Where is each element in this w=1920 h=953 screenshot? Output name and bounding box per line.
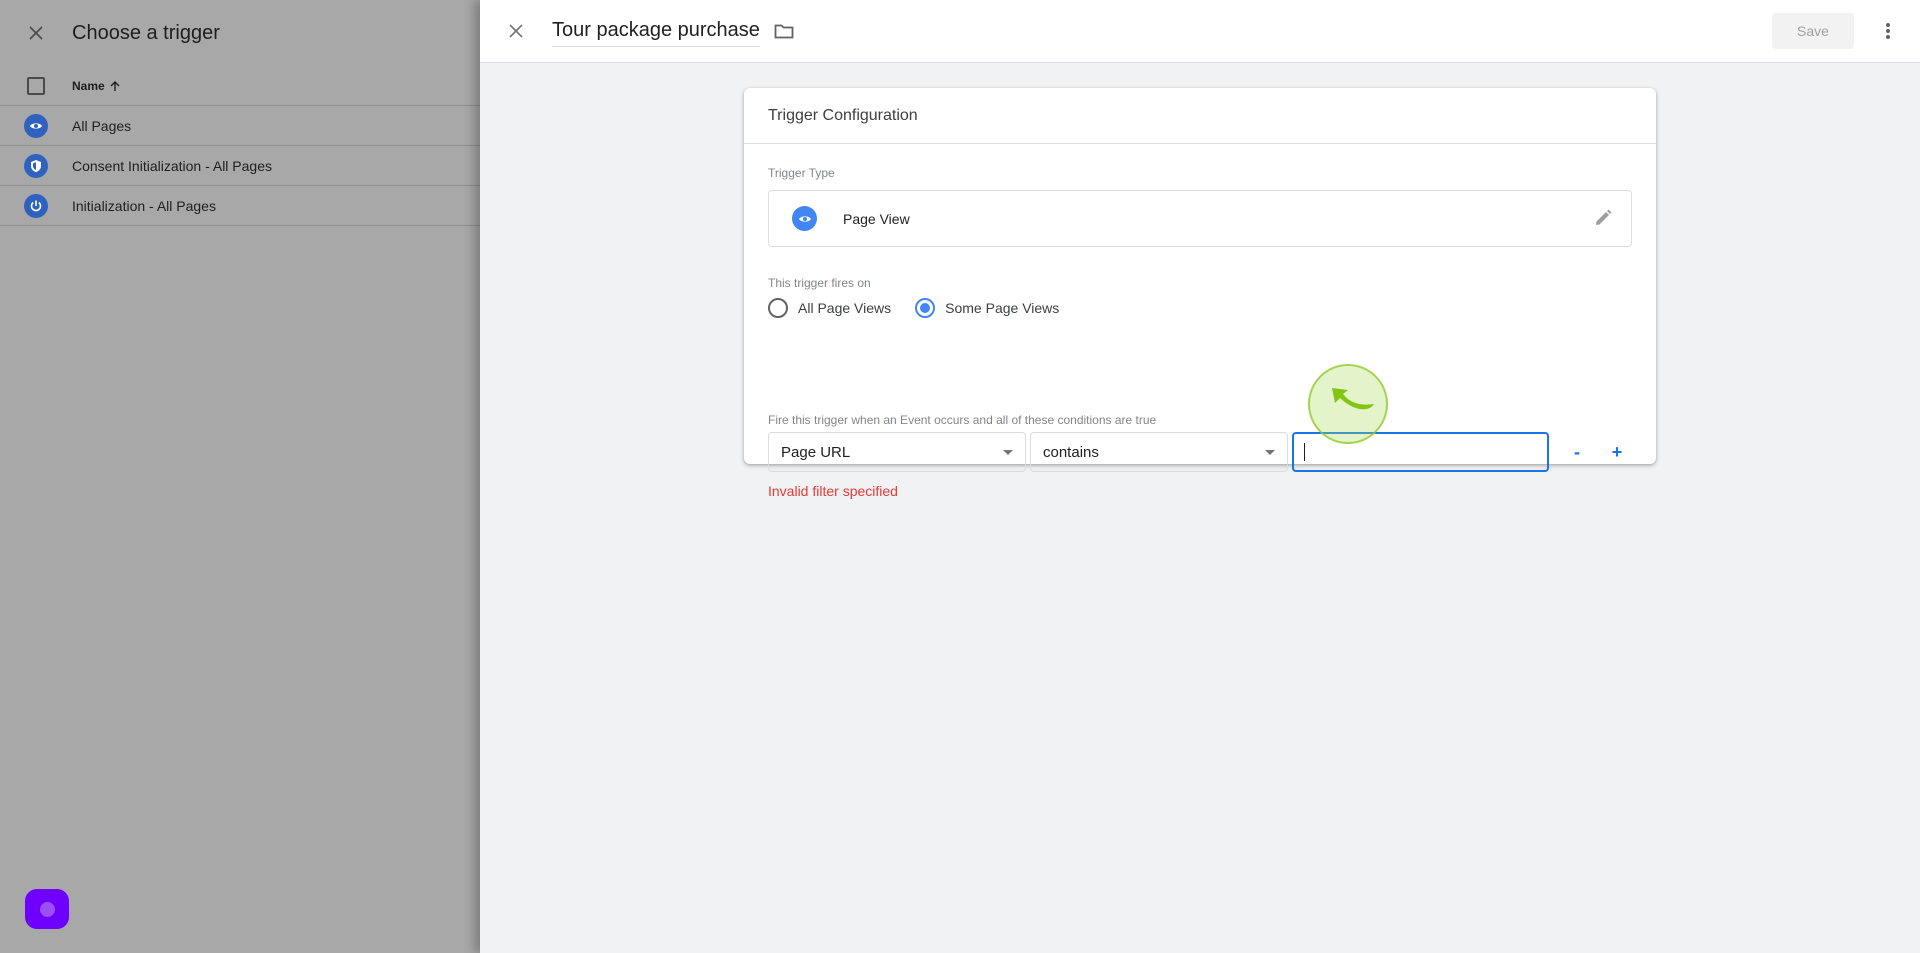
- trigger-configuration-card: Trigger Configuration Trigger Type Page …: [744, 88, 1656, 499]
- chooser-title: Choose a trigger: [72, 21, 220, 44]
- edit-trigger-type-button[interactable]: [1593, 208, 1613, 233]
- card-title: Trigger Configuration: [744, 88, 1656, 144]
- name-column-label: Name: [72, 78, 105, 93]
- chooser-close-button[interactable]: [0, 0, 72, 66]
- close-icon: [29, 26, 43, 40]
- operator-value: contains: [1043, 443, 1099, 461]
- eye-icon: [792, 206, 817, 231]
- select-all-checkbox[interactable]: [27, 76, 45, 95]
- trigger-chooser-panel: Choose a trigger Name All Pages Consent …: [0, 0, 480, 953]
- trigger-row-label: All Pages: [72, 117, 132, 134]
- remove-condition-button[interactable]: -: [1557, 432, 1597, 472]
- assistant-dot-icon: [39, 901, 55, 917]
- trigger-row-initialization[interactable]: Initialization - All Pages: [0, 186, 480, 226]
- filter-error-message: Invalid filter specified: [768, 483, 898, 499]
- variable-value: Page URL: [781, 443, 851, 461]
- fires-on-radio-group: All Page Views Some Page Views: [768, 298, 1083, 318]
- operator-dropdown[interactable]: contains: [1030, 432, 1288, 472]
- radio-label: All Page Views: [798, 300, 892, 316]
- assistant-fab-button[interactable]: [25, 889, 69, 929]
- save-button[interactable]: Save: [1772, 13, 1854, 49]
- radio-some-page-views[interactable]: Some Page Views: [915, 298, 1059, 318]
- list-header: Name: [0, 66, 480, 106]
- chooser-header: Choose a trigger: [0, 0, 480, 66]
- arrow-up-icon: [110, 80, 120, 91]
- more-options-button[interactable]: [1876, 18, 1900, 44]
- folder-button[interactable]: [774, 23, 794, 39]
- more-vert-icon: [1886, 23, 1890, 39]
- close-icon: [509, 24, 523, 38]
- condition-row: Page URL contains - +: [768, 432, 1637, 472]
- radio-button-selected[interactable]: [915, 298, 936, 318]
- trigger-type-selector[interactable]: Page View: [768, 190, 1632, 247]
- trigger-type-name: Page View: [843, 210, 910, 227]
- trigger-name-input[interactable]: Tour package purchase: [552, 19, 760, 47]
- trigger-row-label: Consent Initialization - All Pages: [72, 157, 272, 174]
- condition-label: Fire this trigger when an Event occurs a…: [768, 413, 1157, 427]
- radio-button[interactable]: [768, 298, 788, 318]
- dropdown-arrow-icon: [1003, 450, 1013, 455]
- text-caret: [1304, 443, 1305, 461]
- shield-icon: [24, 153, 48, 178]
- add-condition-button[interactable]: +: [1597, 432, 1637, 472]
- trigger-editor-panel: Tour package purchase Save Trigger Confi…: [480, 0, 1920, 953]
- pencil-icon: [1596, 209, 1612, 225]
- trigger-type-label: Trigger Type: [768, 166, 835, 180]
- editor-topbar: Tour package purchase Save: [480, 0, 1920, 63]
- variable-dropdown[interactable]: Page URL: [768, 432, 1026, 472]
- trigger-row-label: Initialization - All Pages: [72, 197, 216, 214]
- folder-icon: [774, 24, 794, 39]
- trigger-row-consent-initialization[interactable]: Consent Initialization - All Pages: [0, 146, 480, 186]
- radio-all-page-views[interactable]: All Page Views: [768, 298, 891, 318]
- power-icon: [24, 193, 48, 218]
- editor-close-button[interactable]: [480, 0, 552, 63]
- condition-value-input[interactable]: [1292, 432, 1549, 472]
- dropdown-arrow-icon: [1265, 450, 1275, 455]
- fires-on-label: This trigger fires on: [768, 276, 871, 290]
- radio-label: Some Page Views: [945, 300, 1060, 316]
- name-column-header[interactable]: Name: [72, 79, 121, 93]
- eye-icon: [24, 113, 48, 138]
- trigger-row-all-pages[interactable]: All Pages: [0, 106, 480, 146]
